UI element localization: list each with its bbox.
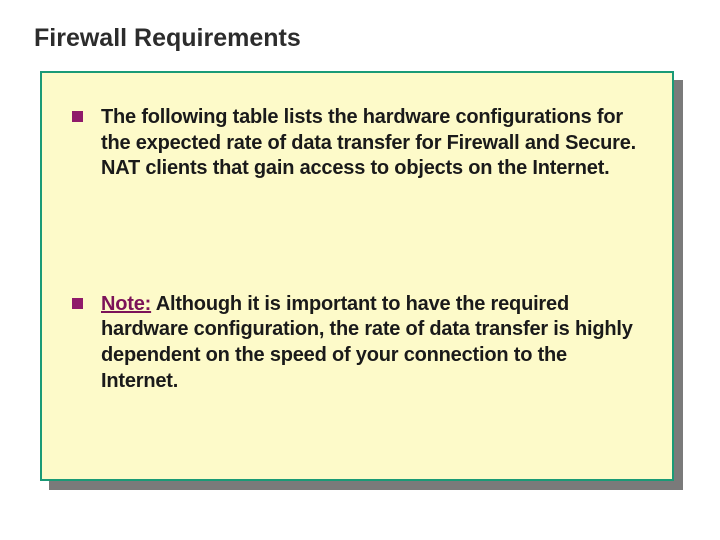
note-label: Note: [101, 293, 151, 315]
slide-title: Firewall Requirements [34, 24, 686, 53]
content-panel: The following table lists the hardware c… [40, 71, 674, 481]
list-item: The following table lists the hardware c… [72, 105, 648, 182]
slide: Firewall Requirements The following tabl… [0, 0, 720, 540]
list-item-text: Note: Although it is important to have t… [101, 292, 648, 394]
content-panel-wrap: The following table lists the hardware c… [40, 71, 674, 481]
note-body: Although it is important to have the req… [101, 293, 633, 392]
square-bullet-icon [72, 298, 83, 309]
list-item: Note: Although it is important to have t… [72, 292, 648, 394]
square-bullet-icon [72, 111, 83, 122]
list-item-text: The following table lists the hardware c… [101, 105, 648, 182]
